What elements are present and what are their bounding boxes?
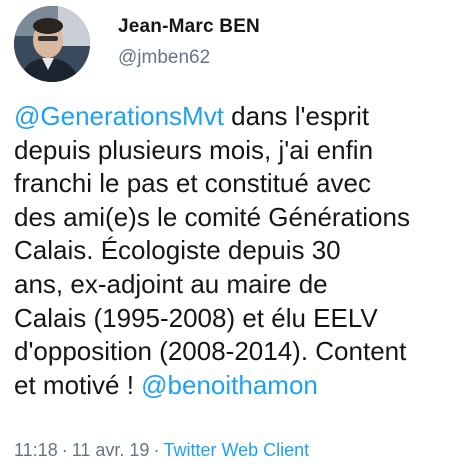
tweet-line-text: dans l'esprit <box>223 101 370 131</box>
tweet-text: @GenerationsMvt dans l'esprit depuis plu… <box>14 100 466 402</box>
tweet-meta: 11:18 · 11 avr. 19 · Twitter Web Client <box>14 440 309 461</box>
tweet-line: des ami(e)s le comité Générations <box>14 201 410 232</box>
tweet: Jean-Marc BEN @jmben62 @GenerationsMvt d… <box>0 0 472 472</box>
client-link[interactable]: Twitter Web Client <box>163 440 309 460</box>
tweet-time[interactable]: 11:18 <box>14 440 58 460</box>
tweet-line: ans, ex-adjoint au maire de <box>14 268 328 299</box>
tweet-line: franchi le pas et constitué avec <box>14 168 371 199</box>
mention-link[interactable]: @benoithamon <box>141 370 318 400</box>
author-name[interactable]: Jean-Marc BEN <box>118 16 260 38</box>
tweet-line: d'opposition (2008-2014). Content <box>14 336 407 367</box>
tweet-line: depuis plusieurs mois, j'ai enfin <box>14 134 374 165</box>
tweet-line: @GenerationsMvt dans l'esprit <box>14 100 466 134</box>
separator: · <box>153 440 160 460</box>
tweet-header: Jean-Marc BEN @jmben62 <box>14 4 462 84</box>
tweet-line: Calais (1995-2008) et élu EELV <box>14 302 378 333</box>
author-handle[interactable]: @jmben62 <box>118 47 210 69</box>
tweet-line-text: et motivé ! <box>14 369 142 400</box>
avatar[interactable] <box>14 6 90 82</box>
tweet-date[interactable]: 11 avr. 19 <box>72 440 150 460</box>
mention-link[interactable]: @GenerationsMvt <box>14 101 224 131</box>
separator: · <box>61 440 68 460</box>
avatar-image <box>14 6 90 82</box>
tweet-line: Calais. Écologiste depuis 30 <box>14 235 341 266</box>
tweet-line: et motivé ! @benoithamon <box>14 369 466 403</box>
